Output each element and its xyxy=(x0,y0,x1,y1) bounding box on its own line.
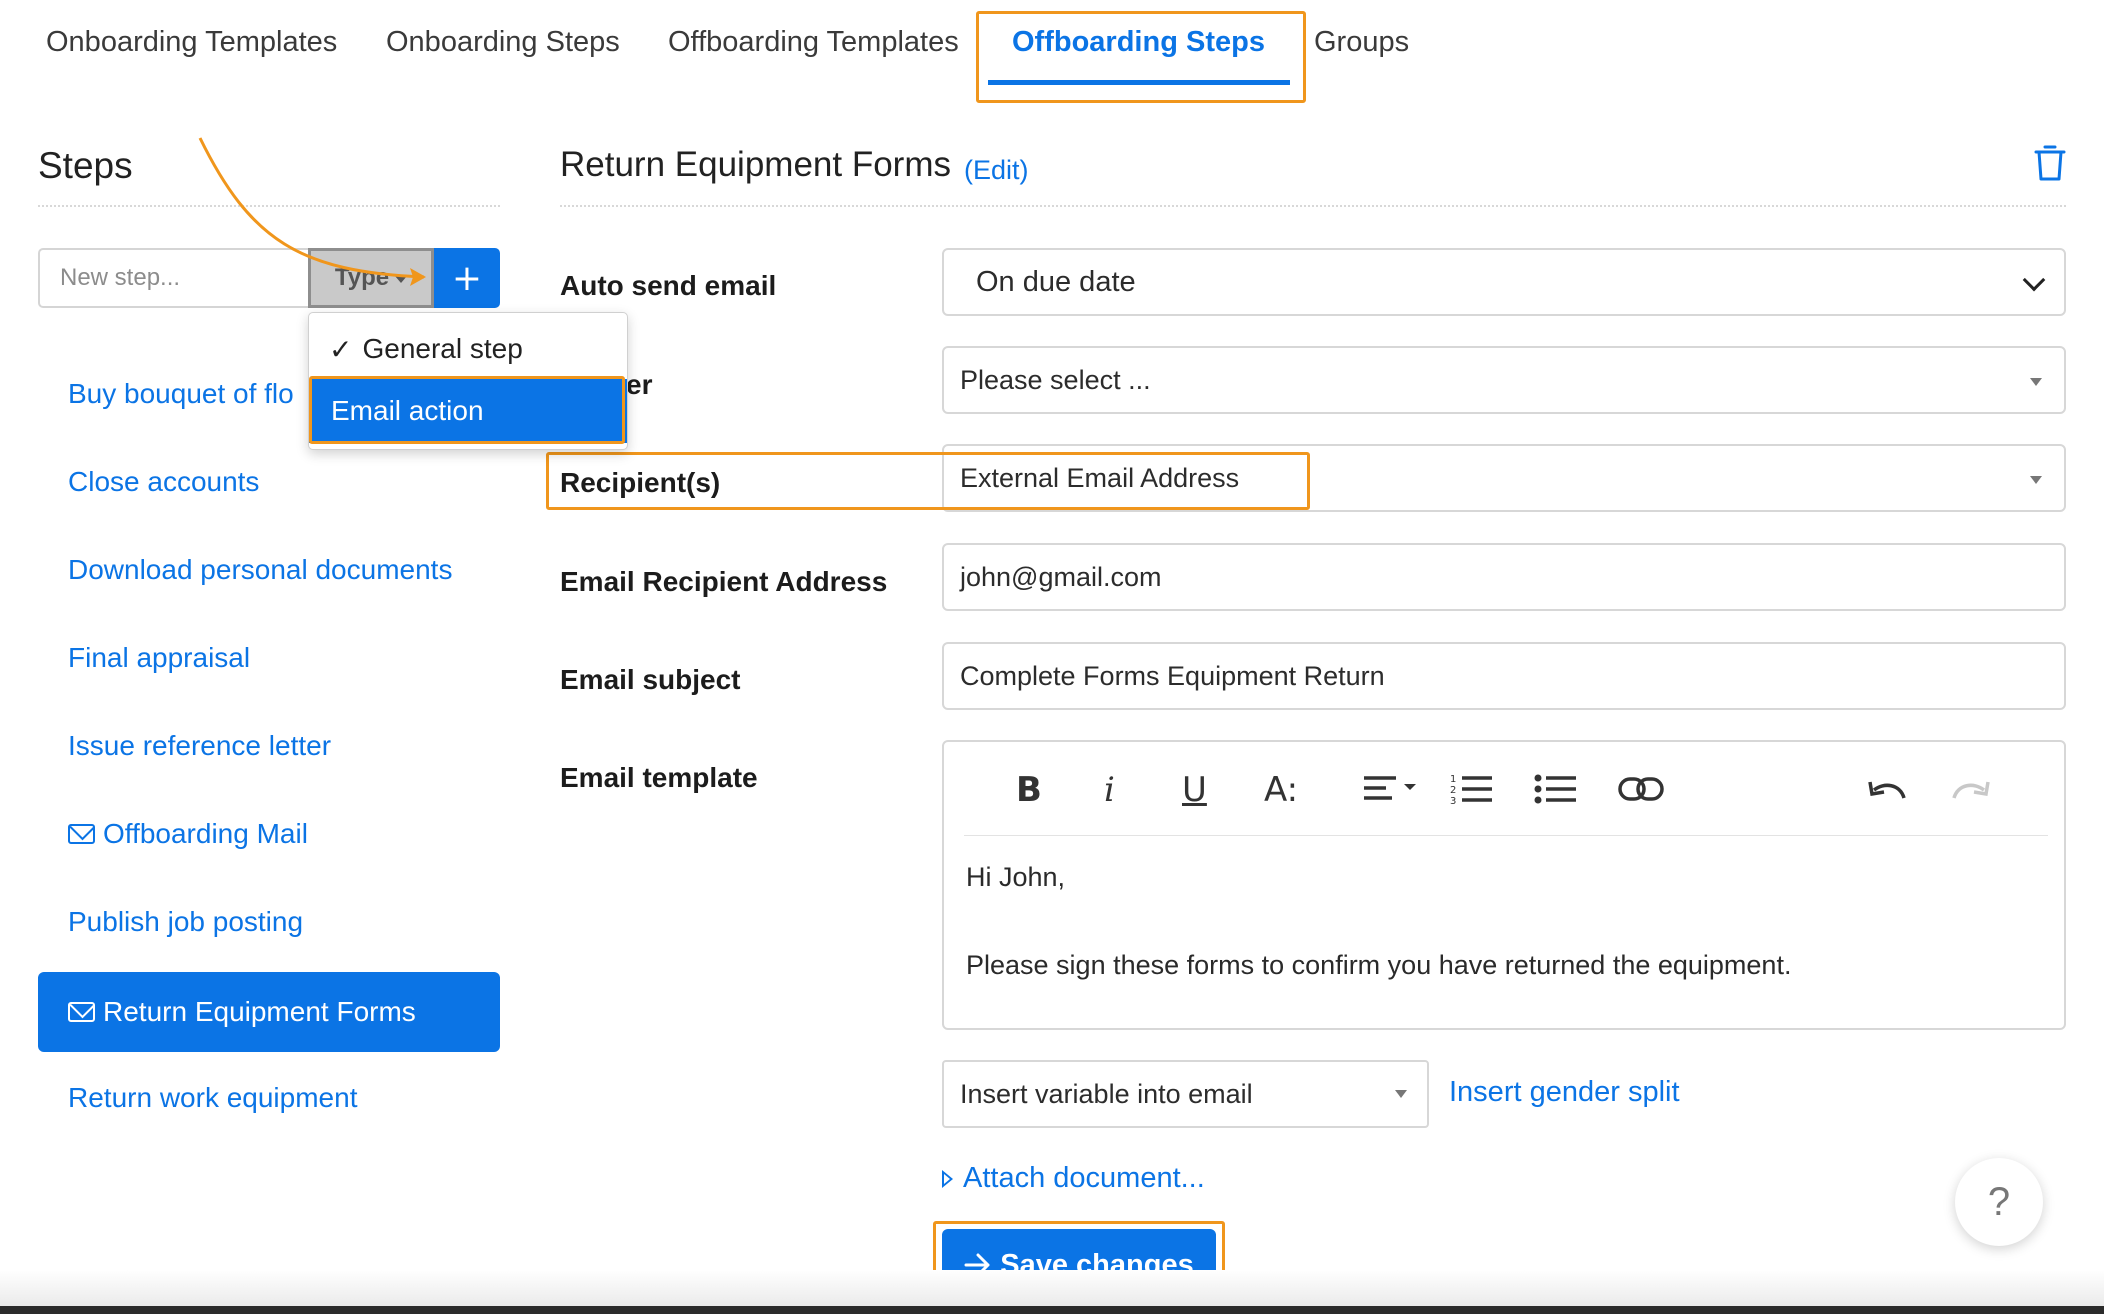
step-label: Publish job posting xyxy=(68,906,304,937)
steps-heading: Steps xyxy=(38,145,133,186)
auto-send-label: Auto send email xyxy=(560,270,777,301)
insert-gender-split-link[interactable]: Insert gender split xyxy=(1449,1076,1680,1109)
active-tab-underline xyxy=(988,80,1290,85)
caret-down-icon xyxy=(395,276,408,283)
recipient-address-input[interactable]: john@gmail.com xyxy=(942,543,2066,611)
ordered-list-icon[interactable]: 1 2 3 xyxy=(1450,772,1494,806)
menu-item-label: Email action xyxy=(331,395,484,426)
step-item-offboarding-mail[interactable]: Offboarding Mail xyxy=(68,818,308,850)
steps-divider xyxy=(38,205,500,207)
envelope-icon xyxy=(68,1002,95,1022)
template-label: Email template xyxy=(560,762,758,793)
sender-value: Please select ... xyxy=(960,364,1151,395)
subject-label: Email subject xyxy=(560,664,741,695)
step-label: Issue reference letter xyxy=(68,730,332,761)
redo-icon xyxy=(1952,781,1990,799)
step-label: Final appraisal xyxy=(68,642,251,673)
italic-icon[interactable]: i xyxy=(1104,770,1115,810)
insert-variable-select[interactable]: Insert variable into email xyxy=(942,1060,1429,1128)
auto-send-select[interactable]: On due date xyxy=(942,248,2066,316)
triangle-down-icon xyxy=(1395,1090,1407,1098)
step-item-return-equipment-forms[interactable]: Return Equipment Forms xyxy=(38,972,500,1052)
step-item-reference-letter[interactable]: Issue reference letter xyxy=(68,730,331,762)
type-label: Type xyxy=(334,264,390,291)
arrow-right-icon xyxy=(964,1253,990,1277)
sender-label: er xyxy=(626,369,653,400)
envelope-icon xyxy=(68,824,95,844)
undo-icon[interactable] xyxy=(1868,776,1908,802)
editor-line-body: Please sign these forms to confirm you h… xyxy=(966,950,1792,980)
recipients-value: External Email Address xyxy=(960,462,1240,493)
svg-text:1: 1 xyxy=(1450,774,1456,785)
type-dropdown-menu: ✓ General step Email action xyxy=(308,312,628,450)
attach-document-link[interactable]: Attach document... xyxy=(942,1162,1205,1195)
svg-text:2: 2 xyxy=(1450,785,1456,796)
step-item-final-appraisal[interactable]: Final appraisal xyxy=(68,642,250,674)
editor-toolbar: B i U A: 1 2 3 xyxy=(964,742,2048,836)
new-step-input[interactable] xyxy=(38,248,310,308)
triangle-down-icon xyxy=(2030,476,2042,484)
svg-text:3: 3 xyxy=(1450,796,1456,806)
recipient-address-label: Email Recipient Address xyxy=(560,566,888,597)
step-item-close-accounts[interactable]: Close accounts xyxy=(68,466,259,498)
subject-value: Complete Forms Equipment Return xyxy=(960,660,1385,691)
add-step-button[interactable]: + xyxy=(434,248,500,308)
form-divider xyxy=(560,205,2066,207)
step-item-download-documents[interactable]: Download personal documents xyxy=(68,554,452,586)
bold-icon[interactable]: B xyxy=(1016,770,1042,810)
align-icon[interactable] xyxy=(1362,774,1422,804)
triangle-right-icon xyxy=(942,1169,953,1188)
tab-onboarding-steps[interactable]: Onboarding Steps xyxy=(386,26,620,59)
save-label: Save changes xyxy=(1000,1248,1194,1281)
step-item-publish-job[interactable]: Publish job posting xyxy=(68,906,303,938)
underline-icon[interactable]: U xyxy=(1182,770,1207,810)
step-item-buy-bouquet[interactable]: Buy bouquet of flo xyxy=(68,378,294,410)
step-label: Return Equipment Forms xyxy=(103,996,416,1027)
recipients-select[interactable]: External Email Address xyxy=(942,444,2066,512)
recipient-address-value: john@gmail.com xyxy=(960,561,1162,592)
menu-item-general-step[interactable]: ✓ General step xyxy=(309,317,627,381)
attach-label: Attach document... xyxy=(963,1162,1205,1194)
sender-select[interactable]: Please select ... xyxy=(942,346,2066,414)
tab-offboarding-steps[interactable]: Offboarding Steps xyxy=(1012,26,1265,59)
edit-title-link[interactable]: (Edit) xyxy=(964,155,1029,186)
menu-item-label: General step xyxy=(362,333,523,364)
editor-line-greeting: Hi John, xyxy=(966,862,1066,892)
insert-variable-value: Insert variable into email xyxy=(960,1078,1253,1109)
auto-send-value: On due date xyxy=(976,265,1136,298)
tab-groups[interactable]: Groups xyxy=(1314,26,1409,59)
step-label: Buy bouquet of flo xyxy=(68,378,294,409)
chevron-down-icon xyxy=(2022,268,2046,292)
subject-input[interactable]: Complete Forms Equipment Return xyxy=(942,642,2066,710)
text-size-icon[interactable]: A: xyxy=(1264,770,1298,810)
step-label: Offboarding Mail xyxy=(103,818,308,849)
bullet-list-icon[interactable] xyxy=(1534,772,1578,806)
trash-icon[interactable] xyxy=(2034,144,2066,182)
tab-onboarding-templates[interactable]: Onboarding Templates xyxy=(46,26,337,59)
save-changes-button[interactable]: Save changes xyxy=(942,1229,1216,1301)
step-label: Close accounts xyxy=(68,466,260,497)
check-icon: ✓ xyxy=(329,332,353,366)
tab-offboarding-templates[interactable]: Offboarding Templates xyxy=(668,26,959,59)
triangle-down-icon xyxy=(2030,378,2042,386)
step-label: Download personal documents xyxy=(68,554,453,585)
link-icon[interactable] xyxy=(1618,776,1664,802)
recipients-label: Recipient(s) xyxy=(560,467,721,498)
email-template-editor[interactable]: B i U A: 1 2 3 Hi John, Please sign thes… xyxy=(942,740,2066,1030)
bottom-edge xyxy=(0,1306,2104,1314)
type-dropdown-button[interactable]: Type xyxy=(308,248,434,308)
form-title: Return Equipment Forms xyxy=(560,145,951,184)
help-button[interactable]: ? xyxy=(1955,1158,2043,1246)
step-item-return-work-equipment[interactable]: Return work equipment xyxy=(68,1082,357,1114)
menu-item-email-action[interactable]: Email action xyxy=(309,379,627,443)
tab-bar: Onboarding Templates Onboarding Steps Of… xyxy=(0,0,2104,100)
step-label: Return work equipment xyxy=(68,1082,358,1113)
